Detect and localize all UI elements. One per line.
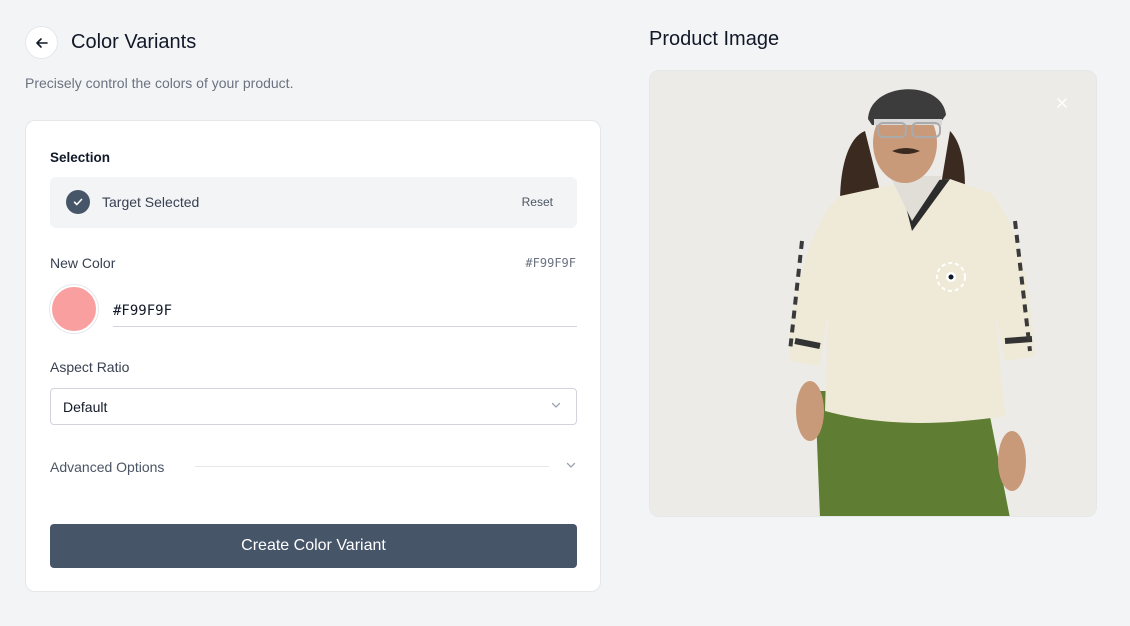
arrow-left-icon — [35, 37, 48, 48]
product-photo-illustration — [650, 71, 1096, 516]
aspect-ratio-select[interactable]: Default — [50, 388, 577, 425]
page-subtitle: Precisely control the colors of your pro… — [25, 75, 294, 91]
close-icon[interactable] — [1054, 95, 1070, 111]
product-image[interactable] — [649, 70, 1097, 517]
target-status-box: Target Selected Reset — [50, 177, 577, 228]
back-button[interactable] — [25, 26, 58, 59]
advanced-options-toggle[interactable]: Advanced Options — [50, 453, 577, 477]
advanced-options-label: Advanced Options — [50, 459, 165, 475]
settings-card: Selection Target Selected Reset New Colo… — [25, 120, 601, 592]
color-hex-readout: #F99F9F — [525, 256, 576, 270]
product-image-title: Product Image — [649, 28, 780, 50]
color-swatch[interactable] — [50, 285, 98, 333]
check-icon — [66, 190, 90, 214]
chevron-down-icon — [566, 462, 576, 468]
selection-label: Selection — [50, 150, 111, 165]
chevron-down-icon — [551, 402, 561, 408]
create-color-variant-button[interactable]: Create Color Variant — [50, 524, 577, 568]
reset-button[interactable]: Reset — [522, 195, 553, 209]
aspect-ratio-value: Default — [63, 398, 108, 415]
new-color-label: New Color — [50, 255, 116, 271]
target-point-icon[interactable] — [935, 261, 967, 293]
aspect-ratio-label: Aspect Ratio — [50, 359, 130, 375]
divider — [195, 466, 549, 467]
color-hex-input[interactable] — [113, 295, 577, 327]
page-title: Color Variants — [71, 31, 197, 53]
target-status-text: Target Selected — [102, 194, 200, 210]
